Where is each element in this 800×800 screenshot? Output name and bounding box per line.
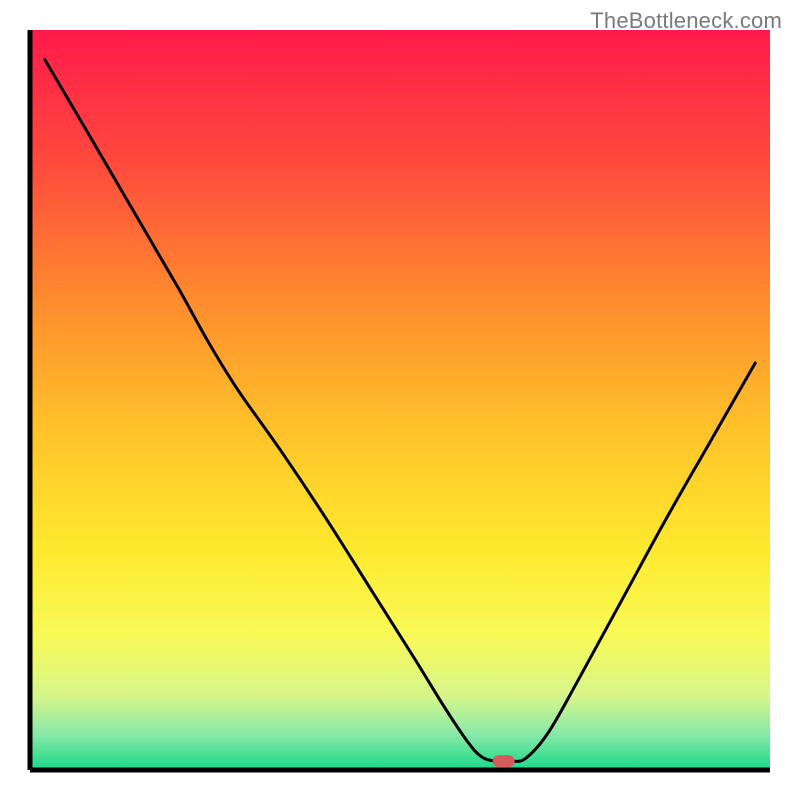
chart-container: TheBottleneck.com <box>0 0 800 800</box>
optimum-marker <box>493 755 515 767</box>
bottleneck-chart <box>0 0 800 800</box>
watermark-text: TheBottleneck.com <box>590 8 782 34</box>
plot-background <box>30 30 770 770</box>
